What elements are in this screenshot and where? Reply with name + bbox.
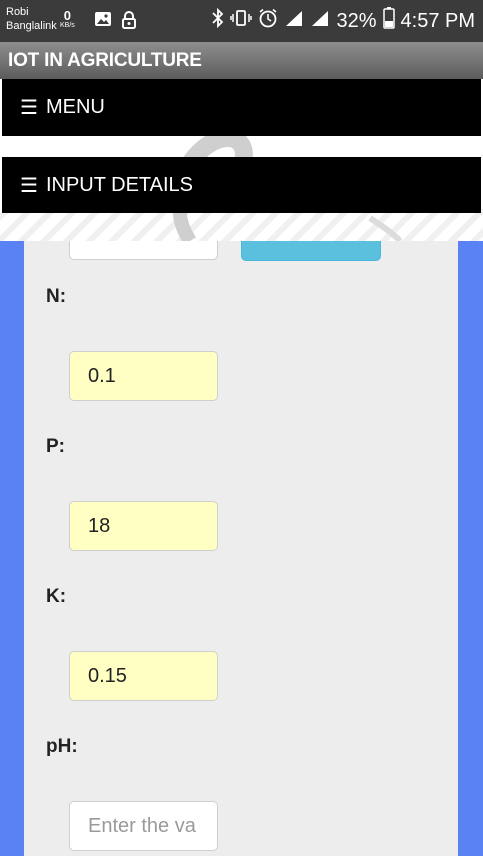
app-title: IOT IN AGRICULTURE [8,50,202,71]
lock-icon [122,11,136,34]
carrier-2: Banglalink [6,20,57,32]
ph-label: pH: [46,736,78,757]
input-details-label[interactable]: INPUT DETAILS [46,174,193,197]
alarm-icon [258,8,278,34]
input-details-bar[interactable]: ☰ INPUT DETAILS [2,157,481,213]
clock-time: 4:57 PM [400,9,475,32]
ph-placeholder: Enter the va [88,814,196,837]
vibrate-icon [230,9,253,33]
menu-bar[interactable]: ☰ MENU [2,79,481,136]
network-speed: 0 KB/s [60,8,75,30]
n-label: N: [46,286,67,307]
ph-input[interactable]: Enter the va [69,801,218,851]
system-status: 32% 4:57 PM [212,7,475,35]
app-title-bar: IOT IN AGRICULTURE [0,42,483,79]
p-input[interactable]: 18 [69,501,218,551]
carrier-1: Robi [6,6,29,18]
carrier-info: Robi Banglalink [6,5,57,33]
speed-unit: KB/s [60,22,75,29]
bluetooth-icon [212,7,224,34]
n-input[interactable]: 0.1 [69,351,218,401]
image-icon [94,11,112,32]
background-stripes [0,213,483,241]
hamburger-icon[interactable]: ☰ [20,95,38,120]
speed-value: 0 [63,8,72,23]
k-label: K: [46,586,67,607]
battery-icon [382,7,395,35]
k-input[interactable]: 0.15 [69,651,218,701]
menu-label[interactable]: MENU [46,96,105,119]
wifi-signal-icon [284,9,304,33]
battery-percent: 32% [336,9,377,32]
status-bar: Robi Banglalink 0 KB/s 32% 4:57 PM [0,0,483,42]
p-label: P: [46,436,65,457]
header-background-strip [0,213,483,241]
hamburger-icon[interactable]: ☰ [20,173,38,198]
cell-signal-icon [310,9,330,33]
